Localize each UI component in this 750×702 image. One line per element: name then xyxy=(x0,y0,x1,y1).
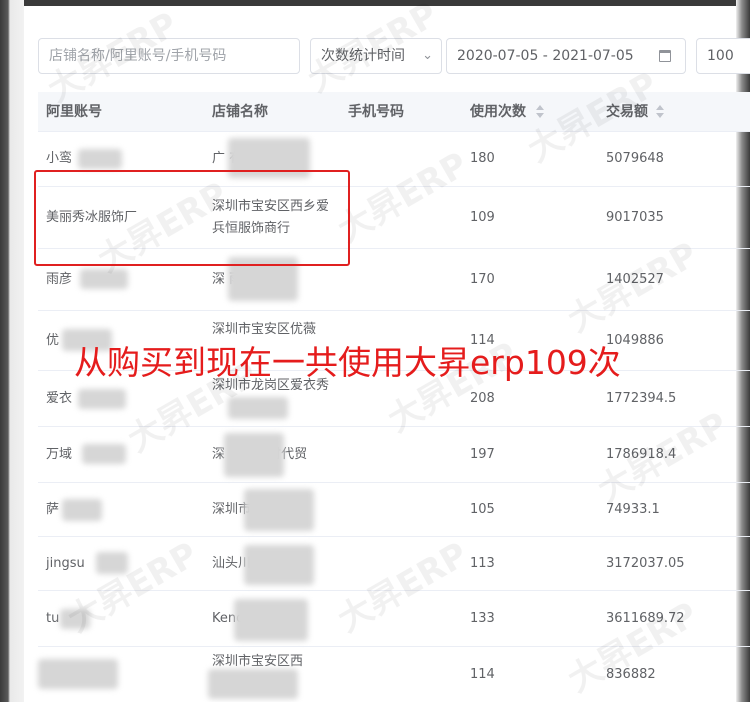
table-row[interactable]: 深圳市宝安区西 114 836882 xyxy=(38,647,750,702)
blurred-region xyxy=(82,444,126,464)
column-header-uses[interactable]: 使用次数 xyxy=(470,92,526,132)
cell-amount: 74933.1 xyxy=(606,501,660,517)
blurred-region xyxy=(78,149,122,169)
time-stat-select[interactable]: 次数统计时间 ⌄ xyxy=(310,38,442,74)
cell-uses: 208 xyxy=(470,390,495,406)
cell-amount: 3172037.05 xyxy=(606,555,685,571)
table-header: 阿里账号 店铺名称 手机号码 使用次数 交易额 xyxy=(38,92,750,132)
calendar-icon xyxy=(659,50,671,62)
cell-uses: 105 xyxy=(470,501,495,517)
blurred-region xyxy=(224,433,284,477)
cell-uses: 113 xyxy=(470,555,495,571)
column-header-shop: 店铺名称 xyxy=(212,104,268,120)
annotation-text: 从购买到现在一共使用大昇erp109次 xyxy=(74,343,621,382)
cell-amount: 836882 xyxy=(606,666,656,682)
blurred-region xyxy=(244,545,314,585)
cell-amount: 3611689.72 xyxy=(606,610,685,626)
screen-edge-top xyxy=(0,0,750,6)
cell-amount: 1772394.5 xyxy=(606,390,677,406)
blurred-region xyxy=(96,552,128,574)
blurred-region xyxy=(38,659,118,689)
column-header-phone: 手机号码 xyxy=(348,104,404,120)
table-row[interactable]: 萨 深圳市 品有限 105 74933.1 xyxy=(38,483,750,537)
screen-edge-left xyxy=(0,0,24,702)
date-range-picker[interactable]: 2020-07-05 - 2021-07-05 xyxy=(446,38,686,74)
blurred-region xyxy=(228,397,288,419)
highlight-box xyxy=(34,170,350,266)
cell-uses: 197 xyxy=(470,446,495,462)
time-select-value: 次数统计时间 xyxy=(321,48,405,64)
screenshot-frame: 店铺名称/阿里账号/手机号码 次数统计时间 ⌄ 2020-07-05 - 202… xyxy=(0,0,750,702)
cell-uses: 180 xyxy=(470,151,495,166)
column-header-amount[interactable]: 交易额 xyxy=(606,92,648,132)
table-row[interactable]: 万域 深 区万域时代贸 197 1786918.4 xyxy=(38,427,750,483)
blurred-region xyxy=(80,269,128,289)
blurred-region xyxy=(244,489,314,531)
cell-uses: 133 xyxy=(470,610,495,626)
blurred-region xyxy=(62,499,102,521)
cell-uses: 170 xyxy=(470,271,495,287)
chevron-down-icon: ⌄ xyxy=(422,48,433,63)
table-row[interactable]: jingsu 汕头川 头 113 3172037.05 xyxy=(38,537,750,591)
search-input[interactable]: 店铺名称/阿里账号/手机号码 xyxy=(38,38,300,74)
cell-amount: 9017035 xyxy=(606,209,664,225)
date-range-value: 2020-07-05 - 2021-07-05 xyxy=(457,48,634,64)
cell-amount: 1402527 xyxy=(606,271,664,287)
table-row[interactable]: tu Kend 专营 133 3611689.72 xyxy=(38,591,750,647)
blurred-region xyxy=(60,609,90,629)
cell-uses: 109 xyxy=(470,209,495,225)
cell-amount: 5079648 xyxy=(606,151,664,166)
cell-amount: 1786918.4 xyxy=(606,446,677,462)
blurred-region xyxy=(78,389,126,409)
page-size-select[interactable]: 100 xyxy=(696,38,750,74)
blurred-region xyxy=(234,599,308,641)
column-header-account: 阿里账号 xyxy=(46,104,102,120)
cell-uses: 114 xyxy=(470,666,495,682)
blurred-region xyxy=(208,669,298,699)
